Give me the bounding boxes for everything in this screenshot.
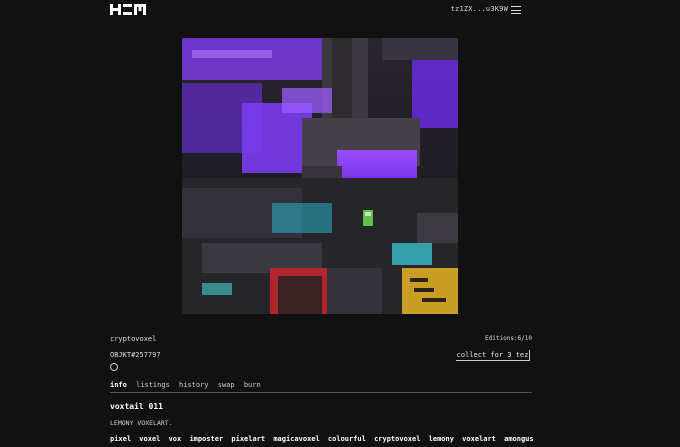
tab-listings[interactable]: listings [136, 381, 170, 389]
hen-logo-icon[interactable] [110, 4, 146, 15]
hamburger-menu-icon[interactable] [511, 6, 521, 14]
artwork-description: LEMONY VOXELART. [110, 419, 173, 427]
tab-history[interactable]: history [179, 381, 209, 389]
tag-item[interactable]: voxel [139, 435, 160, 443]
tab-bar: info listings history swap burn [110, 381, 266, 389]
divider [110, 392, 532, 393]
tag-item[interactable]: vox [169, 435, 182, 443]
editions-count: Editions:6/10 [485, 335, 532, 342]
tab-burn[interactable]: burn [244, 381, 261, 389]
tag-item[interactable]: magicavoxel [273, 435, 319, 443]
tag-list: pixel voxel vox imposter pixelart magica… [110, 435, 538, 443]
tag-item[interactable]: voxelart [462, 435, 496, 443]
tag-item[interactable]: pixelart [231, 435, 265, 443]
artwork-image[interactable] [182, 38, 458, 314]
objkt-id: OBJKT#257797 [110, 351, 161, 359]
tag-item[interactable]: imposter [189, 435, 223, 443]
tag-item[interactable]: amongus [504, 435, 534, 443]
tag-item[interactable]: cryptovoxel [374, 435, 420, 443]
creator-name[interactable]: cryptovoxel [110, 335, 156, 343]
voxel-artwork-illustration [182, 38, 458, 314]
tag-item[interactable]: lemony [429, 435, 454, 443]
circle-icon[interactable] [110, 363, 118, 371]
tag-item[interactable]: pixel [110, 435, 131, 443]
tab-swap[interactable]: swap [218, 381, 235, 389]
collect-button[interactable]: collect for 3 tez [456, 350, 530, 361]
top-bar: tz1ZX...u3K9W [0, 0, 680, 22]
tab-info[interactable]: info [110, 381, 127, 389]
wallet-address[interactable]: tz1ZX...u3K9W [451, 5, 508, 13]
artwork-title: voxtail 011 [110, 402, 163, 411]
tag-item[interactable]: colourful [328, 435, 366, 443]
